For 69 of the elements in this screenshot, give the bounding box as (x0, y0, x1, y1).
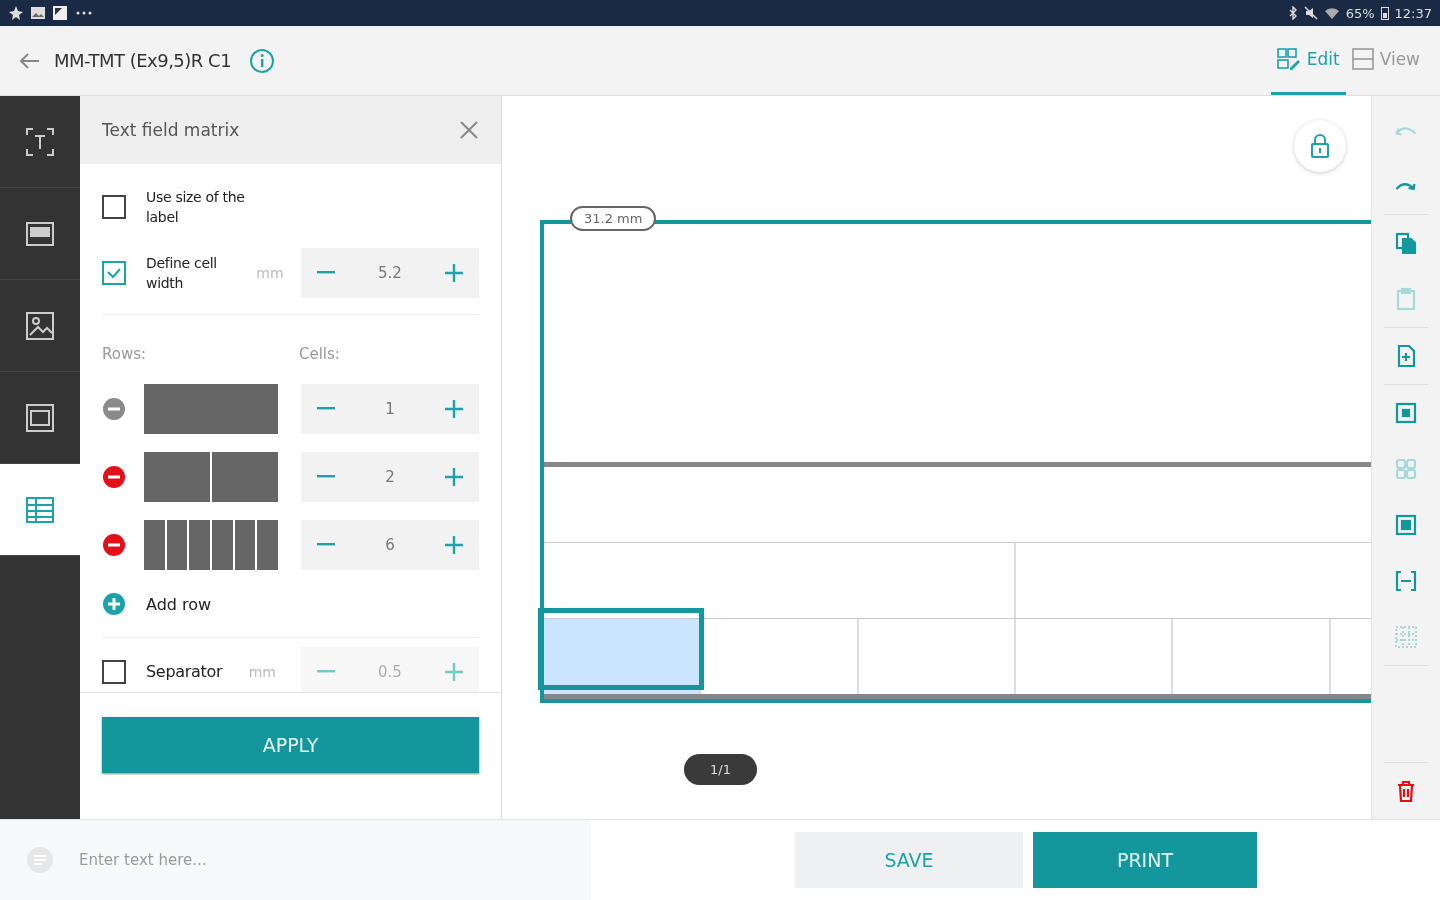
dotted-grid-icon (1393, 624, 1419, 650)
text-icon (24, 125, 56, 158)
minus-icon (317, 271, 335, 275)
number-stepper[interactable]: 1 (301, 384, 479, 434)
bluetooth-icon (1287, 6, 1298, 20)
frame-icon (1393, 400, 1419, 426)
panel-title: Text field matrix (102, 120, 240, 140)
page-indicator: 1/1 (684, 754, 757, 785)
battery-icon (1380, 6, 1389, 20)
cells-heading: Cells: (299, 345, 340, 363)
number-stepper[interactable]: 5.2 (301, 248, 479, 298)
row-preview[interactable] (144, 520, 278, 570)
minus-icon (317, 407, 335, 411)
lock-button[interactable] (1294, 120, 1346, 172)
text-icon (25, 845, 55, 875)
width-icon (1393, 568, 1419, 594)
unit-label: mm (247, 664, 277, 680)
frame-icon (24, 401, 56, 434)
plus-icon (445, 264, 463, 282)
option-label: Use size of the label (146, 187, 246, 227)
option-label: Separator (146, 661, 223, 684)
number-stepper[interactable]: 0.5 (301, 647, 479, 692)
redo-icon (1395, 180, 1417, 192)
checkbox[interactable] (102, 660, 126, 684)
close-icon[interactable] (459, 120, 479, 140)
plus-icon (445, 536, 463, 554)
minus-icon (317, 475, 335, 479)
image-icon (24, 309, 56, 342)
check-icon (106, 267, 122, 279)
remove-row-icon[interactable] (102, 465, 126, 489)
add-row-button[interactable]: Add row (102, 579, 212, 629)
image-icon (52, 5, 68, 21)
copy-icon (1393, 230, 1419, 256)
notification-icon (8, 5, 24, 21)
grid-icon (1393, 456, 1419, 482)
remove-row-icon[interactable] (102, 533, 126, 557)
rows-heading: Rows: (102, 345, 148, 363)
selected-text-field[interactable] (544, 619, 702, 694)
plus-icon (445, 663, 463, 681)
selection-handles[interactable] (538, 608, 704, 690)
battery-percentage: 65% (1345, 5, 1375, 21)
mute-icon (1303, 6, 1318, 20)
lock-icon (1310, 134, 1330, 158)
checkbox[interactable] (102, 261, 126, 285)
view-icon (1351, 48, 1374, 70)
print-button[interactable]: PRINT (1033, 832, 1257, 888)
unit-label: mm (255, 265, 285, 281)
checkbox[interactable] (102, 195, 126, 219)
plus-icon (445, 468, 463, 486)
back-icon[interactable] (18, 51, 40, 70)
mode-tab[interactable]: View (1345, 26, 1426, 95)
wifi-icon (1323, 6, 1340, 20)
image-icon (30, 5, 46, 21)
info-icon[interactable] (249, 47, 276, 74)
apply-button[interactable]: APPLY (102, 717, 479, 773)
dimension-label: 31.2 mm (570, 206, 657, 231)
document-title: MM-TMT (Ex9,5)R C1 (54, 50, 232, 71)
save-button[interactable]: SAVE (795, 832, 1023, 888)
text-input-field[interactable]: Enter text here... (77, 850, 481, 870)
minus-icon (317, 543, 335, 547)
option-label: Define cell width (146, 253, 218, 293)
plus-icon (102, 592, 126, 616)
number-stepper[interactable]: 6 (301, 520, 479, 570)
plus-icon (445, 400, 463, 418)
center-icon (1393, 512, 1419, 538)
number-stepper[interactable]: 2 (301, 452, 479, 502)
clock-time: 12:37 (1394, 5, 1432, 21)
minus-icon (317, 670, 335, 674)
edit-icon (1276, 48, 1301, 70)
